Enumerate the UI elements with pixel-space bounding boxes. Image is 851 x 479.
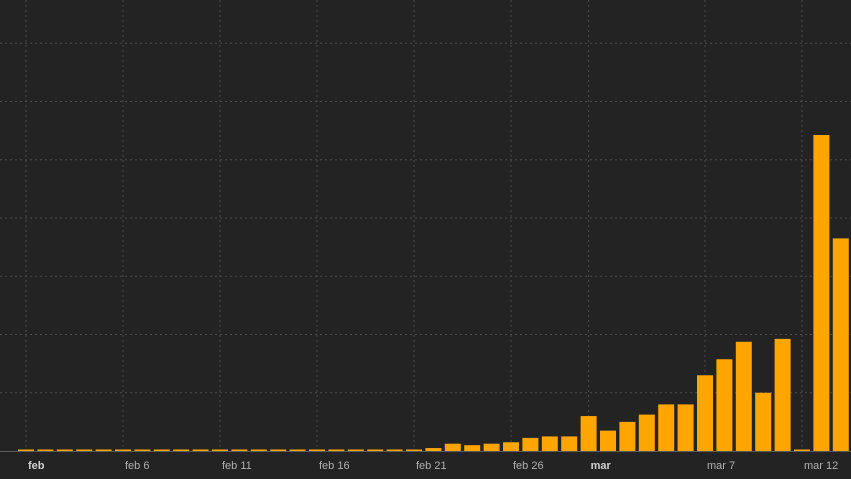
bar-2020-02-23	[444, 443, 461, 451]
bar-2020-02-18	[347, 449, 364, 451]
bar-2020-03-05	[658, 404, 675, 451]
x-tick-label-4: feb 21	[416, 460, 447, 472]
bar-2020-03-08	[716, 359, 733, 451]
x-tick-label-3: feb 16	[319, 460, 350, 472]
bar-2020-03-03	[619, 421, 636, 451]
bar-2020-02-05	[95, 449, 112, 451]
bar-2020-02-22	[425, 448, 442, 451]
bar-2020-03-06	[677, 404, 694, 451]
bar-2020-02-04	[76, 449, 93, 451]
bar-2020-03-13	[813, 135, 830, 451]
bar-2020-03-14	[832, 238, 849, 451]
bar-2020-02-08	[153, 449, 170, 451]
bar-2020-02-03	[56, 449, 73, 451]
bar-2020-02-14	[270, 449, 287, 451]
bar-2020-02-19	[367, 449, 384, 451]
bar-2020-02-09	[173, 449, 190, 451]
bar-2020-02-16	[309, 449, 325, 451]
bar-2020-03-02	[600, 430, 616, 451]
x-tick-label-7: mar 7	[707, 460, 735, 472]
bar-chart: feb feb 6 feb 11 feb 16 feb 21 feb 26 mar mar 7…	[0, 0, 851, 472]
bar-2020-03-04	[638, 414, 655, 451]
bar-2020-02-26	[503, 442, 519, 451]
bar-2020-02-01	[18, 449, 34, 451]
bar-2020-03-12	[794, 449, 810, 451]
bar-2020-02-27	[522, 437, 539, 451]
bar-2020-03-10	[755, 392, 772, 451]
x-tick-label-1: feb 6	[125, 460, 149, 472]
bar-2020-02-15	[289, 449, 306, 451]
bar-2020-03-07	[697, 375, 713, 451]
bar-2020-03-11	[774, 338, 791, 451]
x-tick-label-0: feb	[28, 460, 45, 472]
x-tick-label-2: feb 11	[222, 460, 252, 472]
bar-2020-02-17	[328, 449, 345, 451]
bar-2020-02-02	[37, 449, 54, 451]
x-tick-label-8: mar 12	[804, 460, 838, 472]
bar-2020-02-10	[192, 449, 209, 451]
bar-2020-02-28	[541, 436, 558, 451]
bar-2020-02-20	[386, 449, 403, 451]
x-tick-label-6: mar	[591, 460, 612, 472]
chart: feb feb 6 feb 11 feb 16 feb 21 feb 26 mar mar 7…	[0, 0, 851, 479]
bar-2020-03-01	[580, 416, 597, 451]
bar-2020-02-24	[464, 445, 481, 451]
bar-2020-02-29	[561, 436, 578, 451]
bar-2020-02-12	[231, 449, 248, 451]
bar-2020-03-09	[735, 341, 752, 451]
bar-2020-02-25	[483, 443, 500, 451]
bar-2020-02-21	[406, 449, 422, 451]
bar-2020-02-06	[115, 449, 131, 451]
bar-2020-02-07	[134, 449, 151, 451]
bar-2020-02-13	[250, 449, 267, 451]
x-tick-label-5: feb 26	[513, 460, 544, 472]
bar-2020-02-11	[212, 449, 228, 451]
